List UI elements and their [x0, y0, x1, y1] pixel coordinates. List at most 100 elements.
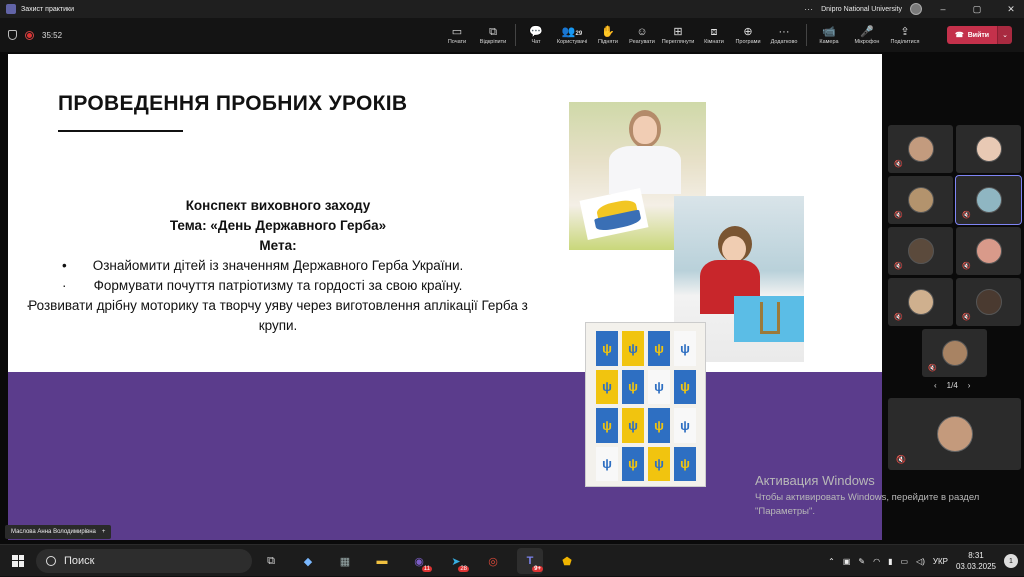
- tray-app-icon[interactable]: ▣: [843, 557, 851, 566]
- search-placeholder: Поиск: [64, 555, 95, 567]
- participant-tile[interactable]: 🔇: [888, 227, 953, 275]
- participant-tile[interactable]: [956, 125, 1021, 173]
- microphone-label: Мікрофон: [854, 39, 880, 45]
- start-button[interactable]: ▭ Почати: [440, 18, 474, 52]
- windows-start-icon[interactable]: [12, 554, 24, 567]
- apps-label: Програми: [735, 39, 761, 45]
- close-window-button[interactable]: ✕: [998, 4, 1024, 15]
- date: 03.03.2025: [955, 562, 996, 571]
- watermark-title: Активация Windows: [755, 473, 875, 488]
- viber-icon[interactable]: ◉ 11: [406, 548, 432, 574]
- trident-icon: ψ: [674, 331, 696, 366]
- account-avatar[interactable]: [910, 3, 922, 15]
- hand-icon: ✋: [601, 26, 615, 38]
- time: 8:31: [968, 551, 984, 560]
- taskbar-search[interactable]: Поиск: [36, 549, 252, 573]
- mic-off-icon: 🔇: [894, 161, 903, 168]
- teams-badge: 9+: [532, 566, 543, 572]
- chevron-up-icon[interactable]: ⌃: [828, 557, 835, 566]
- participant-tile[interactable]: 🔇: [956, 227, 1021, 275]
- mic-off-icon: 🔇: [928, 365, 937, 372]
- taskbar-apps: ⧉ ◆ ▦ ▬ ◉ 11 ➤ 28 ◎ T 9+ ⬟: [258, 545, 580, 577]
- unpin-button[interactable]: ⧉ Відкріпити: [474, 18, 512, 52]
- clock[interactable]: 8:31 03.03.2025: [956, 550, 996, 572]
- leave-options-chevron-icon[interactable]: ⌄: [997, 26, 1012, 44]
- ellipsis-icon: ···: [778, 26, 790, 38]
- avatar: [907, 289, 934, 315]
- rooms-button[interactable]: ⧈ Кімнати: [697, 18, 731, 52]
- share-button[interactable]: ⇪ Поділитися: [886, 18, 924, 52]
- title-bar: Захист практики ··· Dnipro National Univ…: [0, 0, 1024, 18]
- shield-icon[interactable]: [8, 30, 17, 40]
- trident-icon: ψ: [648, 331, 670, 366]
- avatar: [907, 238, 934, 264]
- avatar: [975, 238, 1002, 264]
- camera-button[interactable]: 📹 Камера: [810, 18, 848, 52]
- participant-tile[interactable]: 🔇: [888, 176, 953, 224]
- gallery-pager: ‹ 1/4 ›: [934, 381, 970, 390]
- participant-tile[interactable]: 🔇: [922, 329, 987, 377]
- chat-button[interactable]: 💬 Чат: [519, 18, 553, 52]
- notifications-icon[interactable]: 1: [1004, 554, 1018, 568]
- participant-tile[interactable]: 🔇: [956, 278, 1021, 326]
- camera-icon: 📹: [822, 26, 836, 38]
- title-underline: [58, 130, 183, 132]
- self-view-tile[interactable]: 🔇: [888, 398, 1021, 470]
- avatar: [941, 340, 968, 366]
- bullet-text: Ознайомити дітей із значенням Державного…: [92, 258, 464, 273]
- file-explorer-icon[interactable]: ▬: [369, 548, 395, 574]
- microphone-tray-icon[interactable]: ▮: [888, 557, 892, 566]
- maximize-button[interactable]: ▢: [964, 4, 990, 15]
- copilot-icon[interactable]: ◆: [295, 548, 321, 574]
- rooms-icon: ⧈: [710, 26, 718, 38]
- windows-taskbar: Поиск ⧉ ◆ ▦ ▬ ◉ 11 ➤ 28 ◎ T 9+ ⬟ ⌃ ▣ ✎ ◠ ▮ …: [0, 544, 1024, 576]
- react-button[interactable]: ☺ Реагувати: [625, 18, 659, 52]
- add-icon[interactable]: +: [102, 529, 106, 535]
- app-pentagon-icon[interactable]: ⬟: [554, 548, 580, 574]
- presenter-name-tag: Маслова Анна Володимирівна +: [5, 525, 112, 539]
- people-icon: 👥29: [561, 26, 583, 38]
- teams-icon[interactable]: T 9+: [517, 548, 543, 574]
- more-button[interactable]: ··· Додатково: [765, 18, 803, 52]
- mic-off-icon: 🔇: [896, 455, 906, 464]
- mic-off-icon: 🔇: [894, 263, 903, 270]
- recording-icon: [25, 30, 34, 40]
- window-title: Захист практики: [21, 5, 74, 13]
- pen-icon[interactable]: ✎: [858, 557, 865, 566]
- raise-hand-button[interactable]: ✋ Підняти: [591, 18, 625, 52]
- chevron-left-icon[interactable]: ‹: [934, 381, 937, 390]
- people-button[interactable]: 👥29 Користувачі: [553, 18, 591, 52]
- system-tray: ⌃ ▣ ✎ ◠ ▮ ▭ ◁) УКР 8:31 03.03.2025 1: [828, 545, 1018, 577]
- participant-tile-active[interactable]: 🔇: [955, 175, 1022, 225]
- battery-icon[interactable]: ▭: [900, 557, 908, 566]
- avatar: [907, 187, 934, 213]
- shared-slide: ПРОВЕДЕННЯ ПРОБНИХ УРОКІВ Конспект вихов…: [8, 54, 882, 540]
- wifi-icon[interactable]: ◠: [873, 557, 880, 566]
- avatar: [907, 136, 934, 162]
- camera-label: Камера: [819, 39, 839, 45]
- slide-bullet: · Розвивати дрібну моторику та творчу уяв…: [26, 298, 528, 333]
- chat-icon: 💬: [529, 26, 543, 38]
- telegram-icon[interactable]: ➤ 28: [443, 548, 469, 574]
- chevron-right-icon[interactable]: ›: [968, 381, 971, 390]
- language-indicator[interactable]: УКР: [933, 557, 948, 566]
- bullet-text: Формувати почуття патріотизму та гордост…: [93, 278, 463, 293]
- apps-icon: ⊕: [743, 26, 753, 38]
- task-view-icon[interactable]: ⧉: [258, 548, 284, 574]
- apps-button[interactable]: ⊕ Програми: [731, 18, 765, 52]
- microphone-button[interactable]: 🎤 Мікрофон: [848, 18, 886, 52]
- participant-tile[interactable]: 🔇: [888, 278, 953, 326]
- participant-tile[interactable]: 🔇: [888, 125, 953, 173]
- microphone-icon: 🎤: [860, 26, 874, 38]
- volume-icon[interactable]: ◁): [916, 557, 925, 566]
- leave-button-group: ☎ Вийти ⌄: [946, 26, 1012, 44]
- more-options-icon[interactable]: ···: [804, 4, 813, 14]
- calculator-icon[interactable]: ▦: [332, 548, 358, 574]
- leave-button[interactable]: ☎ Вийти: [946, 26, 998, 44]
- chrome-icon[interactable]: ◎: [480, 548, 506, 574]
- windows-activation-watermark: Активация Windows Чтобы активировать Win…: [755, 473, 990, 519]
- minimize-button[interactable]: –: [930, 4, 956, 14]
- view-button[interactable]: ⊞ Переглянути: [659, 18, 697, 52]
- trident-icon: ψ: [674, 408, 696, 443]
- leave-label: Вийти: [967, 31, 990, 39]
